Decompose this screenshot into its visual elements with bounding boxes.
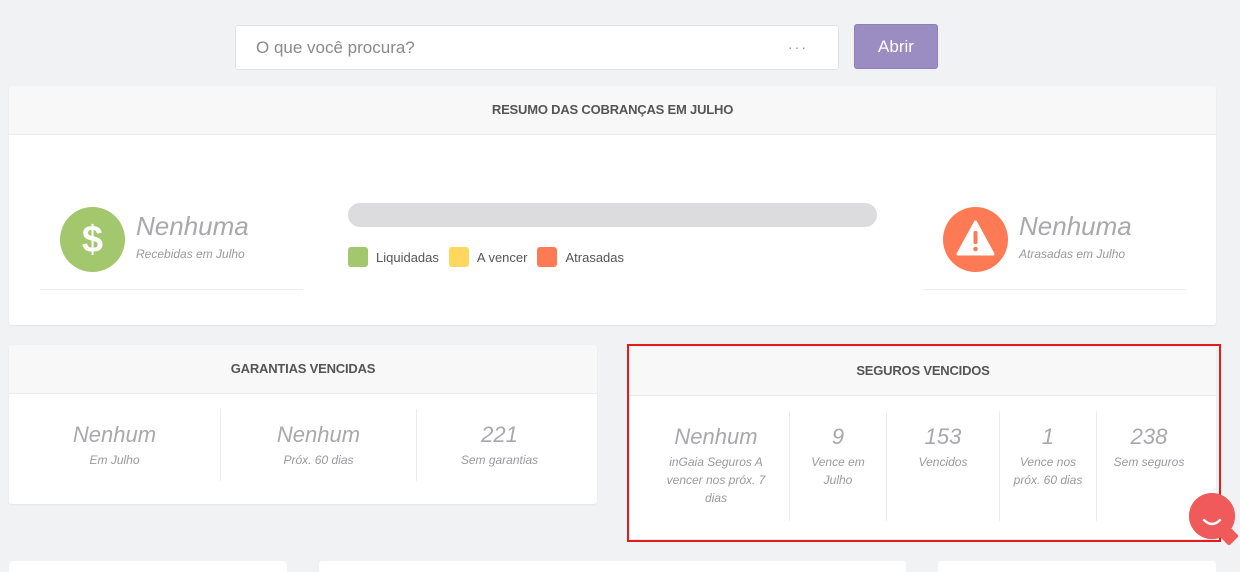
stat-value: 238 [1130, 424, 1168, 449]
insurance-panel: SEGUROS VENCIDOS Nenhum inGaia Seguros A… [630, 347, 1216, 539]
guarantees-stats: Nenhum Em Julho Nenhum Próx. 60 dias 221… [9, 405, 597, 504]
stat-label: Vencidos [918, 455, 968, 469]
stat-label: Em Julho [89, 453, 140, 467]
insurance-stat-60-days[interactable]: 1 Vence nos próx. 60 dias [1006, 407, 1090, 489]
guarantee-stat-july[interactable]: Nenhum Em Julho [9, 405, 220, 469]
overdue-divider [923, 289, 1186, 290]
stat-value: Nenhum [72, 422, 157, 447]
billing-legend: Liquidadas A vencer Atrasadas [348, 247, 634, 267]
search-box[interactable]: ··· [235, 25, 839, 70]
received-divider [40, 289, 303, 290]
chat-icon [1189, 493, 1235, 539]
insurance-stat-july[interactable]: 9 Vence em Julho [800, 407, 876, 489]
stat-value: Nenhum [674, 424, 758, 449]
stat-value: Nenhum [276, 422, 361, 447]
legend-label: A vencer [476, 249, 528, 265]
bottom-card [938, 561, 1216, 572]
overdue-value: Nenhuma [1019, 211, 1132, 241]
legend-label: Liquidadas [376, 249, 439, 265]
stat-label: Vence em Julho [811, 455, 865, 487]
column-divider [1096, 411, 1097, 521]
legend-label: Atrasadas [565, 249, 625, 265]
stat-label: inGaia Seguros A vencer nos próx. 7 dias [666, 455, 766, 505]
guarantee-stat-60-days[interactable]: Nenhum Próx. 60 dias [221, 405, 416, 469]
billing-summary-panel: RESUMO DAS COBRANÇAS EM JULHO $ Nenhuma … [9, 86, 1216, 325]
received-stat: $ Nenhuma Recebidas em Julho [40, 207, 310, 297]
dollar-icon: $ [60, 207, 125, 272]
legend-swatch [448, 247, 469, 267]
insurance-title: SEGUROS VENCIDOS [630, 347, 1216, 396]
guarantees-panel: GARANTIAS VENCIDAS Nenhum Em Julho Nenhu… [9, 345, 597, 504]
overdue-stat: Nenhuma Atrasadas em Julho [923, 207, 1193, 297]
guarantees-title: GARANTIAS VENCIDAS [9, 345, 597, 394]
legend-item-atrasadas: Atrasadas [537, 247, 624, 267]
received-value: Nenhuma [136, 211, 249, 241]
legend-swatch [537, 247, 558, 267]
stat-label: Vence nos próx. 60 dias [1013, 455, 1083, 487]
insurance-stats: Nenhum inGaia Seguros A vencer nos próx.… [630, 407, 1216, 539]
bottom-card [9, 561, 287, 572]
more-dots-icon: ··· [788, 39, 808, 55]
open-button[interactable]: Abrir [854, 24, 938, 69]
billing-progress-bar [348, 203, 877, 227]
warning-icon [943, 207, 1008, 272]
legend-swatch [348, 247, 368, 267]
stat-value: 1 [1041, 424, 1055, 449]
column-divider [789, 411, 790, 521]
search-input[interactable] [236, 26, 838, 69]
column-divider [999, 411, 1000, 521]
stat-value: 9 [831, 424, 845, 449]
stat-label: Próx. 60 dias [283, 453, 354, 467]
stat-label: Sem garantias [460, 453, 539, 467]
chat-widget-button[interactable] [1189, 493, 1239, 546]
svg-text:$: $ [82, 219, 103, 261]
legend-item-liquidadas: Liquidadas [348, 247, 439, 267]
stat-value: 221 [481, 422, 518, 447]
bottom-card [319, 561, 906, 572]
insurance-stat-ingaia[interactable]: Nenhum inGaia Seguros A vencer nos próx.… [654, 407, 778, 507]
insurance-stat-expired[interactable]: 153 Vencidos [887, 407, 999, 471]
received-label: Recebidas em Julho [136, 247, 245, 261]
billing-summary-title: RESUMO DAS COBRANÇAS EM JULHO [9, 86, 1216, 135]
overdue-label: Atrasadas em Julho [1019, 247, 1126, 261]
stat-value: 153 [924, 424, 962, 449]
stat-label: Sem seguros [1113, 455, 1185, 469]
legend-item-a-vencer: A vencer [448, 247, 528, 267]
guarantee-stat-without[interactable]: 221 Sem garantias [417, 405, 582, 469]
insurance-stat-without[interactable]: 238 Sem seguros [1105, 407, 1193, 471]
